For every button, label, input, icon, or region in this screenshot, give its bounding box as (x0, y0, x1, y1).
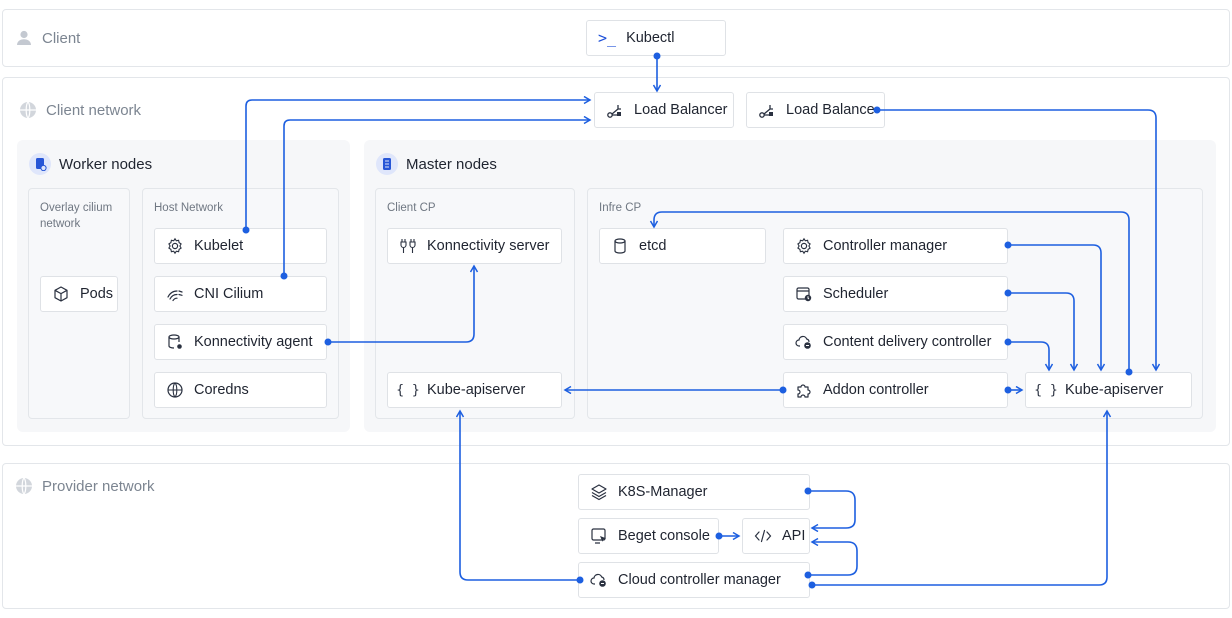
agent-to-server-connector (328, 266, 474, 343)
cdc-to-apiserver-connector (1008, 341, 1049, 370)
lb2-to-apiserver-connector (877, 109, 1156, 370)
ccm-to-client-apiserver-connector (460, 411, 580, 581)
cni-to-lb-connector (283, 120, 590, 276)
k8s-manager-to-api-connector (808, 490, 856, 528)
ccm-to-api-connector (808, 542, 858, 576)
connector-endpoints (242, 52, 1133, 589)
scheduler-to-apiserver-connector (1008, 292, 1074, 370)
apiserver-to-etcd-connector (654, 211, 1130, 372)
connector-layer (242, 52, 1232, 589)
ctrl-mgr-to-apiserver-connector (1008, 244, 1101, 370)
